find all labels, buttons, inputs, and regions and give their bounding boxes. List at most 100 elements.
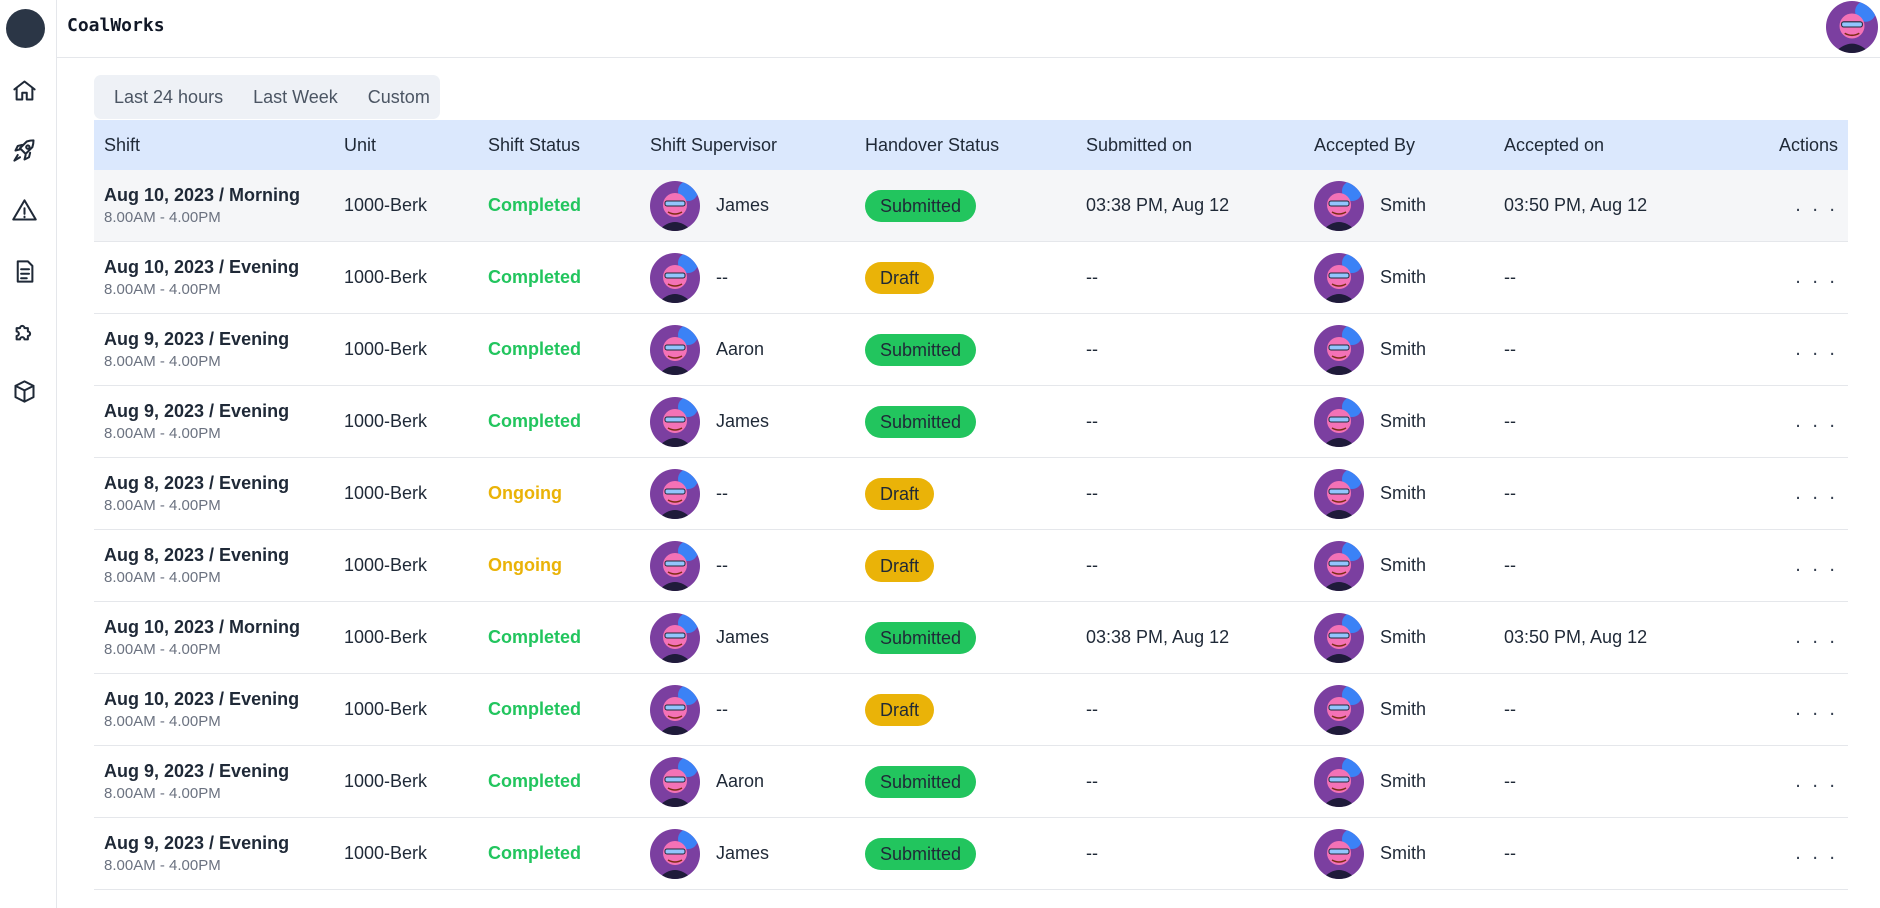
- table-row[interactable]: Aug 10, 2023 / Morning 8.00AM - 4.00PM 1…: [94, 602, 1848, 674]
- actions-cell: . . .: [1744, 266, 1848, 289]
- shift-handover-table: Shift Unit Shift Status Shift Supervisor…: [94, 120, 1848, 890]
- more-actions-icon[interactable]: . . .: [1795, 626, 1838, 649]
- supervisor-name: James: [716, 195, 770, 215]
- accepted-by-cell: Smith: [1314, 396, 1504, 447]
- submitted-on: --: [1086, 339, 1098, 359]
- accepted-on: --: [1504, 411, 1516, 431]
- accepted-by-cell: Smith: [1314, 468, 1504, 519]
- more-actions-icon[interactable]: . . .: [1795, 554, 1838, 577]
- warning-icon[interactable]: [11, 197, 38, 224]
- handover-status-badge: Submitted: [865, 621, 977, 654]
- shift-title: Aug 9, 2023 / Evening: [104, 400, 290, 421]
- accepted-by-avatar: [1314, 684, 1364, 735]
- shift-cell: Aug 9, 2023 / Evening 8.00AM - 4.00PM: [94, 831, 344, 877]
- header-submitted-on[interactable]: Submitted on: [1086, 135, 1314, 156]
- shift-status: Ongoing: [488, 483, 562, 503]
- handover-status-cell: Draft: [865, 477, 1086, 510]
- header-accepted-on[interactable]: Accepted on: [1504, 135, 1744, 156]
- handover-status-cell: Draft: [865, 693, 1086, 726]
- more-actions-icon[interactable]: . . .: [1795, 338, 1838, 361]
- table-row[interactable]: Aug 8, 2023 / Evening 8.00AM - 4.00PM 10…: [94, 458, 1848, 530]
- supervisor-cell: James: [650, 180, 865, 231]
- logo[interactable]: [6, 9, 45, 48]
- unit-cell: 1000-Berk: [344, 555, 428, 575]
- actions-cell: . . .: [1744, 554, 1848, 577]
- shift-title: Aug 9, 2023 / Evening: [104, 832, 290, 853]
- handover-status-badge: Submitted: [865, 189, 977, 222]
- rocket-icon[interactable]: [11, 137, 38, 164]
- submitted-on: --: [1086, 699, 1098, 719]
- table-row[interactable]: Aug 9, 2023 / Evening 8.00AM - 4.00PM 10…: [94, 746, 1848, 818]
- submitted-on: --: [1086, 411, 1098, 431]
- accepted-by-name: Smith: [1380, 699, 1427, 719]
- table-row[interactable]: Aug 10, 2023 / Evening 8.00AM - 4.00PM 1…: [94, 242, 1848, 314]
- unit-cell: 1000-Berk: [344, 195, 428, 215]
- user-avatar[interactable]: [1826, 1, 1878, 53]
- shift-status: Completed: [488, 843, 582, 863]
- accepted-by-name: Smith: [1380, 339, 1427, 359]
- more-actions-icon[interactable]: . . .: [1795, 194, 1838, 217]
- handover-status-cell: Draft: [865, 261, 1086, 294]
- submitted-on: --: [1086, 843, 1098, 863]
- shift-cell: Aug 10, 2023 / Morning 8.00AM - 4.00PM: [94, 183, 344, 229]
- header-shift-status[interactable]: Shift Status: [488, 135, 650, 156]
- accepted-by-cell: Smith: [1314, 756, 1504, 807]
- handover-status-cell: Submitted: [865, 621, 1086, 654]
- header-shift-supervisor[interactable]: Shift Supervisor: [650, 135, 865, 156]
- sidebar: [0, 0, 57, 908]
- table-row[interactable]: Aug 9, 2023 / Evening 8.00AM - 4.00PM 10…: [94, 386, 1848, 458]
- supervisor-cell: James: [650, 612, 865, 663]
- actions-cell: . . .: [1744, 338, 1848, 361]
- accepted-by-cell: Smith: [1314, 252, 1504, 303]
- more-actions-icon[interactable]: . . .: [1795, 770, 1838, 793]
- table-row[interactable]: Aug 10, 2023 / Morning 8.00AM - 4.00PM 1…: [94, 170, 1848, 242]
- handover-status-badge: Draft: [865, 261, 935, 294]
- table-row[interactable]: Aug 10, 2023 / Evening 8.00AM - 4.00PM 1…: [94, 674, 1848, 746]
- filter-last-week[interactable]: Last Week: [253, 87, 338, 108]
- table-row[interactable]: Aug 9, 2023 / Evening 8.00AM - 4.00PM 10…: [94, 818, 1848, 890]
- accepted-on: 03:50 PM, Aug 12: [1504, 195, 1648, 215]
- supervisor-avatar: [650, 468, 700, 519]
- unit-cell: 1000-Berk: [344, 411, 428, 431]
- accepted-by-name: Smith: [1380, 195, 1427, 215]
- cube-icon[interactable]: [11, 378, 38, 405]
- shift-status: Completed: [488, 627, 582, 647]
- accepted-by-name: Smith: [1380, 627, 1427, 647]
- home-icon[interactable]: [11, 77, 38, 104]
- shift-title: Aug 8, 2023 / Evening: [104, 472, 290, 493]
- more-actions-icon[interactable]: . . .: [1795, 698, 1838, 721]
- submitted-on: --: [1086, 555, 1098, 575]
- shift-cell: Aug 9, 2023 / Evening 8.00AM - 4.00PM: [94, 399, 344, 445]
- date-range-filter: Last 24 hours Last Week Custom: [94, 75, 440, 119]
- filter-custom[interactable]: Custom: [368, 87, 430, 108]
- puzzle-icon[interactable]: [11, 318, 38, 345]
- accepted-by-cell: Smith: [1314, 540, 1504, 591]
- header-shift[interactable]: Shift: [94, 135, 344, 156]
- shift-cell: Aug 9, 2023 / Evening 8.00AM - 4.00PM: [94, 759, 344, 805]
- document-icon[interactable]: [11, 258, 38, 285]
- shift-cell: Aug 8, 2023 / Evening 8.00AM - 4.00PM: [94, 471, 344, 517]
- more-actions-icon[interactable]: . . .: [1795, 410, 1838, 433]
- supervisor-name: Aaron: [716, 771, 765, 791]
- more-actions-icon[interactable]: . . .: [1795, 482, 1838, 505]
- header-handover-status[interactable]: Handover Status: [865, 135, 1086, 156]
- shift-cell: Aug 10, 2023 / Evening 8.00AM - 4.00PM: [94, 255, 344, 301]
- header-unit[interactable]: Unit: [344, 135, 488, 156]
- table-row[interactable]: Aug 8, 2023 / Evening 8.00AM - 4.00PM 10…: [94, 530, 1848, 602]
- header-accepted-by[interactable]: Accepted By: [1314, 135, 1504, 156]
- actions-cell: . . .: [1744, 410, 1848, 433]
- supervisor-avatar: [650, 540, 700, 591]
- supervisor-name: James: [716, 411, 770, 431]
- more-actions-icon[interactable]: . . .: [1795, 842, 1838, 865]
- submitted-on: --: [1086, 771, 1098, 791]
- shift-time: 8.00AM - 4.00PM: [104, 280, 221, 298]
- accepted-by-name: Smith: [1380, 267, 1427, 287]
- filter-last-24-hours[interactable]: Last 24 hours: [114, 87, 223, 108]
- submitted-on: --: [1086, 483, 1098, 503]
- more-actions-icon[interactable]: . . .: [1795, 266, 1838, 289]
- accepted-on: --: [1504, 555, 1516, 575]
- header-actions: Actions: [1778, 134, 1838, 155]
- table-row[interactable]: Aug 9, 2023 / Evening 8.00AM - 4.00PM 10…: [94, 314, 1848, 386]
- app-title: CoalWorks: [67, 15, 165, 36]
- accepted-by-name: Smith: [1380, 483, 1427, 503]
